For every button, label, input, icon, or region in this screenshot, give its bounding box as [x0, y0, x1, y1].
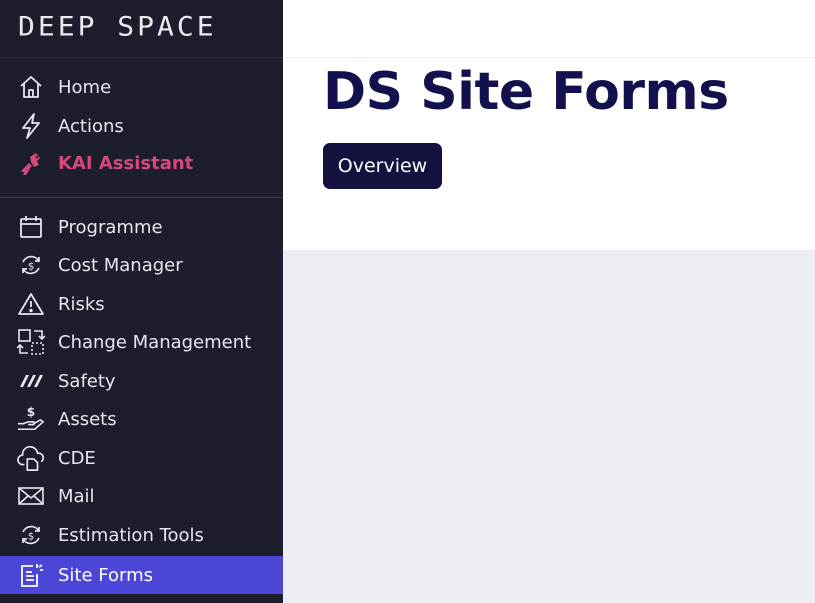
sidebar-item-label: Programme — [58, 216, 163, 238]
sidebar-item-actions[interactable]: Actions — [0, 107, 283, 145]
change-icon — [17, 328, 45, 356]
sidebar-item-mail[interactable]: Mail — [0, 477, 283, 515]
cost-cycle-icon: $ — [17, 251, 45, 279]
site-forms-icon — [17, 561, 45, 589]
sidebar-item-site-forms[interactable]: Site Forms — [0, 556, 283, 594]
sidebar-item-label: Change Management — [58, 331, 252, 353]
home-icon — [17, 73, 45, 101]
tab-overview[interactable]: Overview — [323, 143, 442, 189]
sidebar-item-label: Site Forms — [58, 564, 154, 586]
calendar-icon — [17, 213, 45, 241]
sidebar-item-kai-assistant[interactable]: KAI Assistant — [0, 144, 283, 182]
robot-icon — [17, 149, 45, 177]
sidebar-item-assets[interactable]: $ Assets — [0, 400, 283, 438]
sidebar-item-label: Cost Manager — [58, 254, 183, 276]
sidebar-item-safety[interactable]: Safety — [0, 362, 283, 400]
sidebar-item-programme[interactable]: Programme — [0, 208, 283, 246]
estimation-cycle-icon: $ — [17, 521, 45, 549]
warning-icon — [17, 290, 45, 318]
sidebar-item-label: Risks — [58, 293, 105, 315]
sidebar-item-cde[interactable]: CDE — [0, 439, 283, 477]
mail-icon — [17, 482, 45, 510]
sidebar-item-label: Safety — [58, 370, 116, 392]
deep-space-logo[interactable]: DEEP SPACE — [18, 12, 217, 42]
sidebar-item-label: Home — [58, 76, 112, 98]
sidebar-item-change-management[interactable]: Change Management — [0, 323, 283, 361]
sidebar: DEEP SPACE Home Actions KAI Assistant Pr… — [0, 0, 283, 603]
sidebar-item-label: KAI Assistant — [58, 152, 194, 174]
cloud-doc-icon — [17, 444, 45, 472]
lightning-icon — [17, 112, 45, 140]
sidebar-item-home[interactable]: Home — [0, 68, 283, 106]
sidebar-item-label: Actions — [58, 115, 124, 137]
svg-text:$: $ — [28, 262, 34, 273]
main-header-panel: DS Site Forms Overview — [283, 0, 815, 250]
sidebar-item-cost-manager[interactable]: $ Cost Manager — [0, 246, 283, 284]
logo-divider — [0, 57, 283, 58]
svg-text:$: $ — [27, 405, 35, 419]
sidebar-divider — [0, 197, 283, 198]
sidebar-item-label: Estimation Tools — [58, 524, 204, 546]
sidebar-item-risks[interactable]: Risks — [0, 285, 283, 323]
top-bar — [283, 0, 815, 58]
sidebar-item-estimation-tools[interactable]: $ Estimation Tools — [0, 516, 283, 554]
hand-dollar-icon: $ — [17, 405, 45, 433]
svg-text:$: $ — [28, 532, 34, 543]
sidebar-item-label: CDE — [58, 447, 96, 469]
safety-stripes-icon — [17, 367, 45, 395]
logo-text: DEEP SPACE — [18, 10, 217, 43]
sidebar-item-label: Mail — [58, 485, 95, 507]
sidebar-item-label: Assets — [58, 408, 117, 430]
page-title: DS Site Forms — [323, 62, 729, 122]
